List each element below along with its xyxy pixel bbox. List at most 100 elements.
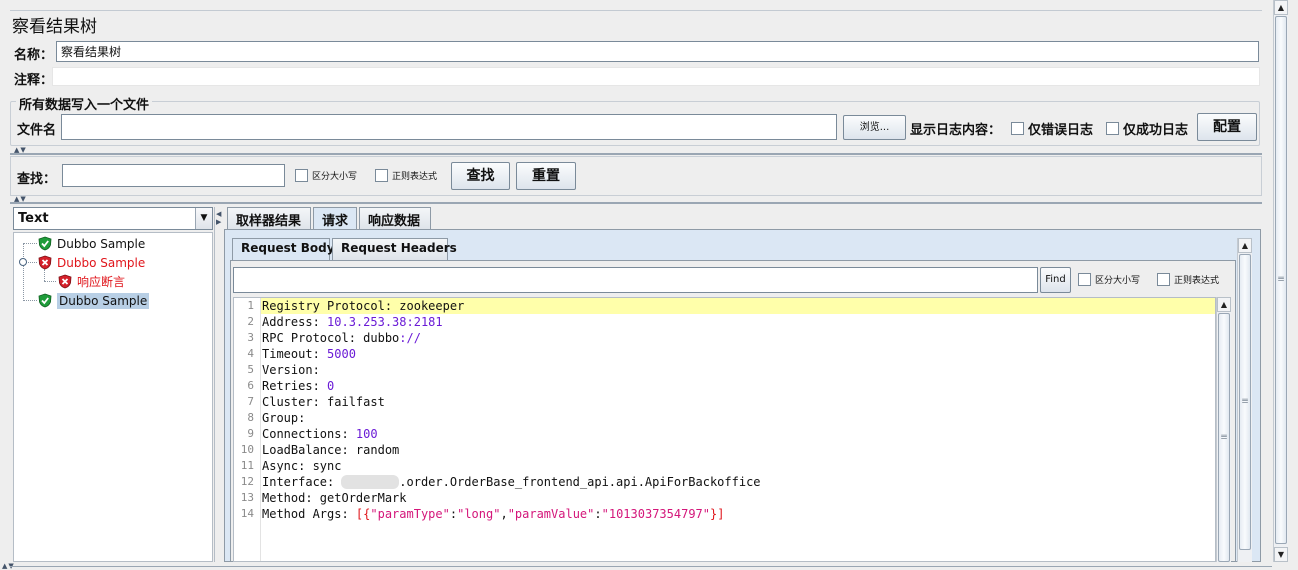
code-token: 100 [355,427,378,441]
scroll-down-icon[interactable]: ▼ [1274,547,1288,562]
code-token: 5000 [327,347,356,361]
tree-node-sample-1[interactable]: Dubbo Sample [38,234,145,253]
case-sensitive-box[interactable] [295,169,308,182]
line-text: Version: [262,362,320,378]
body-find-button[interactable]: Find [1040,267,1071,293]
browse-button[interactable]: 浏览... [843,115,906,140]
dropdown-arrow-icon[interactable]: ▼ [195,208,212,229]
tab-request[interactable]: 请求 [313,207,357,229]
line-number: 14 [240,507,254,520]
success-only-checkbox[interactable]: 仅成功日志 [1106,119,1188,138]
line-text: Retries: 0 [262,378,334,394]
scroll-up-icon[interactable]: ▲ [1217,297,1231,312]
line-text: Group: [262,410,305,426]
code-token: Retries: [262,379,328,393]
filename-field[interactable] [61,114,837,140]
code-token: Timeout: [262,347,328,361]
body-case-label: 区分大小写 [1095,276,1141,286]
tree-node-assertion[interactable]: 响应断言 [58,272,125,291]
code-line: 12 Interface: .order.OrderBase_frontend_a… [234,474,1215,490]
line-number: 4 [247,347,254,360]
tree-node-sample-3[interactable]: Dubbo Sample [38,291,150,310]
code-line: 13 Method: getOrderMark [234,490,1215,506]
panel-title: 察看结果树 [12,17,97,37]
line-text: Async: sync [262,458,341,474]
code-line: 6 Retries: 0 [234,378,1215,394]
request-scrollbar[interactable]: ▲ ≡ [1237,238,1252,562]
renderer-selected: Text [18,211,49,226]
find-button[interactable]: 查找 [451,162,510,190]
tree-node-label: 响应断言 [77,275,126,289]
tab-request-headers[interactable]: Request Headers [332,238,457,260]
code-token: "paramValue" [507,507,595,521]
code-line: 14 Method Args: [{"paramType":"long","par… [234,506,1215,522]
name-field[interactable]: 察看结果树 [56,41,1259,62]
line-number: 13 [240,491,254,504]
body-search-input[interactable] [233,267,1038,293]
scroll-up-icon[interactable]: ▲ [1274,0,1288,15]
line-text: Method Args: [{"paramType":"long","param… [262,506,724,522]
tree-connector [23,300,37,301]
errors-only-label: 仅错误日志 [1028,123,1094,138]
code-line: 4 Timeout: 5000 [234,346,1215,362]
file-section-legend: 所有数据写入一个文件 [16,94,153,113]
code-token: [{ [355,507,371,521]
code-line: 8 Group: [234,410,1215,426]
scroll-up-icon[interactable]: ▲ [1238,238,1252,253]
code-scrollbar[interactable]: ▲ ≡ [1216,297,1231,562]
body-regex-box[interactable] [1157,273,1170,286]
line-number: 11 [240,459,254,472]
comment-field[interactable] [52,67,1260,86]
scroll-thumb[interactable]: ≡ [1239,254,1251,550]
errors-only-checkbox[interactable]: 仅错误日志 [1011,119,1093,138]
line-number: 2 [247,315,254,328]
split-handle[interactable]: ◀ ▶ [214,207,222,562]
result-tabs: 取样器结果 请求 响应数据 [227,207,1261,229]
scroll-thumb[interactable]: ≡ [1275,16,1287,544]
code-editor[interactable]: 1 Registry Protocol: zookeeper 2 Address: 1… [233,297,1216,562]
errors-only-box[interactable] [1011,122,1024,135]
main-scrollbar[interactable]: ▲ ≡ ▼ [1273,0,1288,562]
code-token: "1013037354797" [601,507,710,521]
request-tabs: Request Body Request Headers [232,238,1236,260]
success-only-box[interactable] [1106,122,1119,135]
tree-node-sample-2[interactable]: Dubbo Sample [38,253,145,272]
search-input[interactable] [62,164,285,187]
case-sensitive-label: 区分大小写 [312,172,358,182]
scroll-thumb[interactable]: ≡ [1218,313,1230,562]
line-number: 3 [247,331,254,344]
code-token: Method Args: [262,507,356,521]
regex-box[interactable] [375,169,388,182]
code-token: 10.3.253.38:2181 [327,315,443,329]
code-token: RPC Protocol: dubbo [262,331,400,345]
renderer-select[interactable]: Text ▼ [13,207,213,230]
results-tree: Dubbo Sample Dubbo Sample 响应断言 Dubbo Sam… [13,232,213,562]
body-regex-label: 正则表达式 [1174,276,1220,286]
code-line: 1 Registry Protocol: zookeeper [234,298,1215,314]
regex-label: 正则表达式 [392,172,438,182]
line-number: 8 [247,411,254,424]
line-text: LoadBalance: random [262,442,399,458]
expand-handle-icon[interactable] [19,258,27,266]
code-token: : [594,507,602,521]
body-case-box[interactable] [1078,273,1091,286]
case-sensitive-checkbox[interactable]: 区分大小写 [295,169,357,182]
tab-response-data[interactable]: 响应数据 [359,207,431,229]
line-text: RPC Protocol: dubbo:// [262,330,421,346]
name-label: 名称： [14,48,54,63]
regex-checkbox[interactable]: 正则表达式 [375,169,437,182]
tab-sampler-result[interactable]: 取样器结果 [227,207,311,229]
code-token: Connections: [262,427,356,441]
line-number: 5 [247,363,254,376]
config-button[interactable]: 配置 [1197,113,1257,141]
body-case-checkbox[interactable]: 区分大小写 [1078,273,1140,286]
tab-request-body[interactable]: Request Body [232,238,335,260]
code-token: 0 [327,379,335,393]
reset-button[interactable]: 重置 [516,162,576,190]
code-token: , [500,507,508,521]
code-line: 3 RPC Protocol: dubbo:// [234,330,1215,346]
body-regex-checkbox[interactable]: 正则表达式 [1157,273,1219,286]
code-token: : [449,507,458,521]
code-token: Address: [262,315,328,329]
tree-connector [23,243,24,301]
